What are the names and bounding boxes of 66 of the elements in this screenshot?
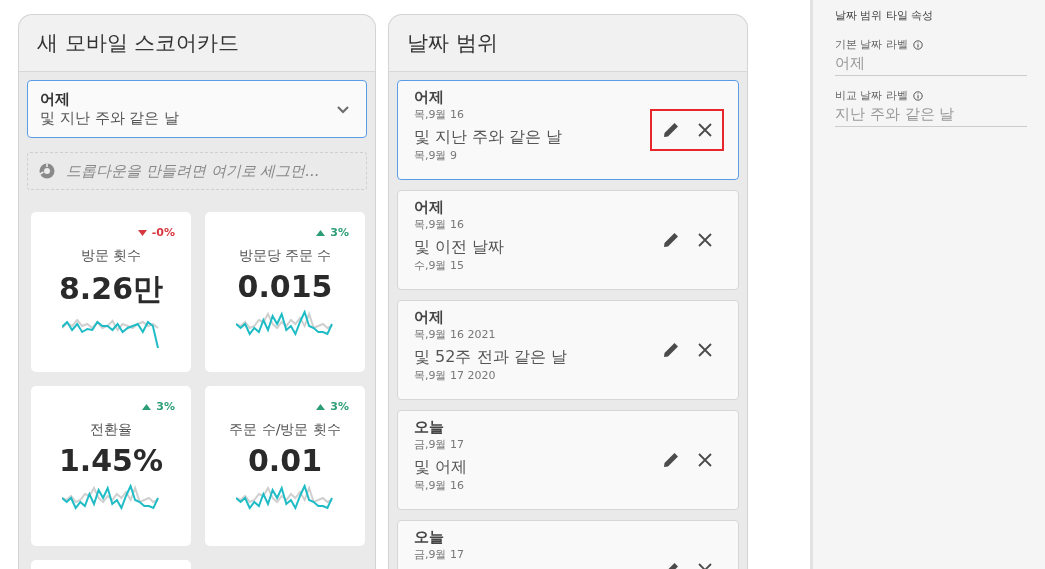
range-name: 어제 (414, 87, 445, 107)
pencil-icon (662, 231, 680, 249)
comparison-label: 및 이전 날짜 (414, 236, 505, 258)
panel-title: 새 모바일 스코어카드 (37, 30, 240, 57)
panel-title: 날짜 범위 (407, 30, 498, 57)
metric-label: 주문 수/방문 횟수 (229, 421, 341, 439)
metric-value: 1.45% (58, 443, 164, 478)
range-date: 금,9월 17 (414, 437, 465, 452)
date-range-item[interactable]: 어제 목,9월 16 2021 및 52주 전과 같은 날 목,9월 17 2020 (397, 300, 739, 400)
range-name: 오늘 (414, 417, 445, 437)
metric-tile[interactable]: 3% 주문 수/방문 횟수 0.01 (205, 386, 365, 546)
date-range-dropdown[interactable]: 어제 및 지난 주와 같은 날 (27, 80, 367, 138)
comparison-label: 및 어제 (414, 456, 468, 478)
date-range-item[interactable]: 오늘 금,9월 17 및 어제 목,9월 16 (397, 410, 739, 510)
chevron-down-icon (336, 104, 350, 114)
metric-change: 3% (316, 400, 349, 413)
dropdown-secondary-label: 및 지난 주와 같은 날 (40, 109, 180, 128)
input-field[interactable]: 지난 주와 같은 날 (835, 103, 1027, 127)
metric-label: 방문 횟수 (80, 247, 142, 265)
range-date: 목,9월 16 (414, 217, 465, 232)
metric-tile[interactable]: 3% 전환율 1.45% (31, 386, 191, 546)
date-range-item[interactable]: 어제 목,9월 16 및 이전 날짜 수,9월 15 (397, 190, 739, 290)
dropdown-primary-label: 어제 (40, 90, 71, 109)
comparison-date: 목,9월 9 (414, 148, 458, 163)
close-icon (698, 453, 712, 467)
comparison-label: 및 52주 전과 같은 날 (414, 346, 567, 368)
metric-tile[interactable]: 3% 방문당 주문 수 0.015 (205, 212, 365, 372)
sidebar-heading: 날짜 범위 타일 속성 (835, 8, 935, 23)
comparison-date: 수,9월 15 (414, 258, 465, 273)
close-icon (698, 343, 712, 357)
range-name: 오늘 (414, 527, 445, 547)
pencil-icon (662, 121, 680, 139)
comparison-date: 목,9월 16 (414, 478, 465, 493)
input-field[interactable]: 어제 (835, 52, 1027, 76)
metric-value: 0.01 (248, 443, 322, 478)
date-range-item[interactable]: 어제 목,9월 16 및 지난 주와 같은 날 목,9월 9 (397, 80, 739, 180)
drop-zone-hint: 드롭다운을 만들려면 여기로 세그먼... (66, 161, 320, 181)
range-date: 목,9월 16 (414, 107, 465, 122)
metric-label: 방문당 주문 수 (238, 247, 332, 265)
metric-change: 3% (142, 400, 175, 413)
metric-tile[interactable]: -0% 방문 횟수 8.26만 (31, 212, 191, 372)
close-icon (698, 123, 712, 137)
pencil-icon (662, 341, 680, 359)
down-triangle-icon (137, 229, 147, 236)
comparison-date: 목,9월 17 2020 (414, 368, 497, 383)
up-triangle-icon (316, 403, 326, 410)
metric-value: 0.015 (237, 269, 333, 304)
info-icon[interactable] (913, 39, 923, 50)
metric-label: 전환율 (90, 421, 132, 439)
date-range-item[interactable]: 오늘 금,9월 17 (397, 520, 739, 569)
comparison-label: 및 지난 주와 같은 날 (414, 126, 563, 148)
segment-icon (38, 162, 56, 180)
info-icon[interactable] (913, 90, 923, 101)
pencil-icon (662, 451, 680, 469)
range-date: 목,9월 16 2021 (414, 327, 497, 342)
range-date: 금,9월 17 (414, 547, 464, 562)
up-triangle-icon (316, 229, 326, 236)
metric-change: -0% (137, 226, 175, 239)
field-label: 비교 날짜 라벨 (835, 88, 908, 103)
metric-change: 3% (316, 226, 349, 239)
range-name: 어제 (414, 197, 445, 217)
field-label: 기본 날짜 라벨 (835, 37, 908, 52)
close-icon (698, 233, 712, 247)
metric-value: 8.26만 (59, 270, 163, 308)
up-triangle-icon (142, 403, 152, 410)
range-name: 어제 (414, 307, 445, 327)
